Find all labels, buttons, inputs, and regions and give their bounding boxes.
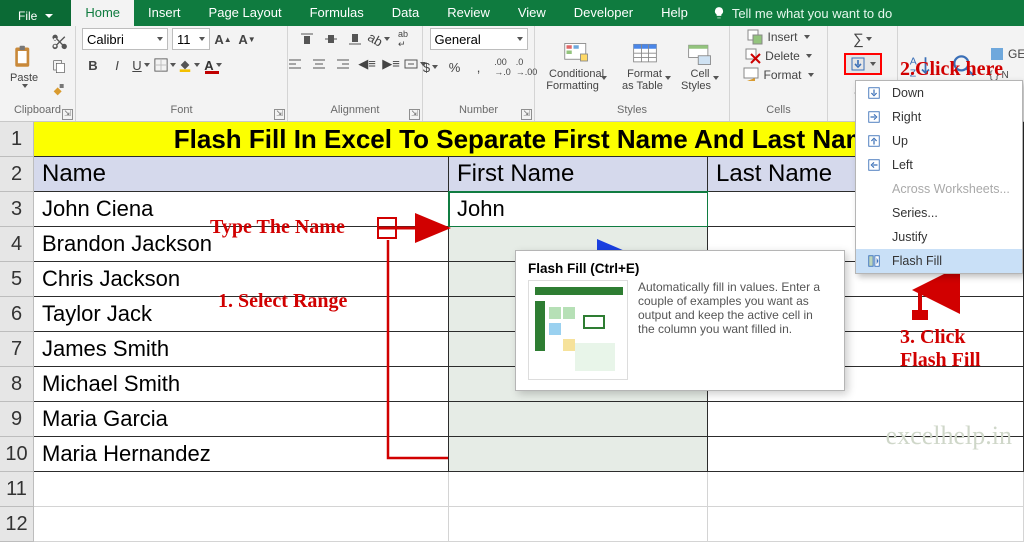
fill-justify-item[interactable]: Justify (856, 225, 1022, 249)
fill-dropdown-menu: Down Right Up Left Across Worksheets... … (855, 80, 1023, 274)
tooltip-body: Automatically fill in values. Enter a co… (638, 280, 832, 380)
fill-across-item: Across Worksheets... (856, 177, 1022, 201)
fill-flash-fill-item[interactable]: Flash Fill (856, 249, 1022, 273)
fill-series-item[interactable]: Series... (856, 201, 1022, 225)
tooltip-title: Flash Fill (Ctrl+E) (528, 261, 832, 276)
fill-down-item[interactable]: Down (856, 81, 1022, 105)
fill-left-item[interactable]: Left (856, 153, 1022, 177)
tooltip-illustration (528, 280, 628, 380)
flash-fill-tooltip: Flash Fill (Ctrl+E) Automatically fill i… (515, 250, 845, 391)
fill-up-item[interactable]: Up (856, 129, 1022, 153)
fill-right-item[interactable]: Right (856, 105, 1022, 129)
